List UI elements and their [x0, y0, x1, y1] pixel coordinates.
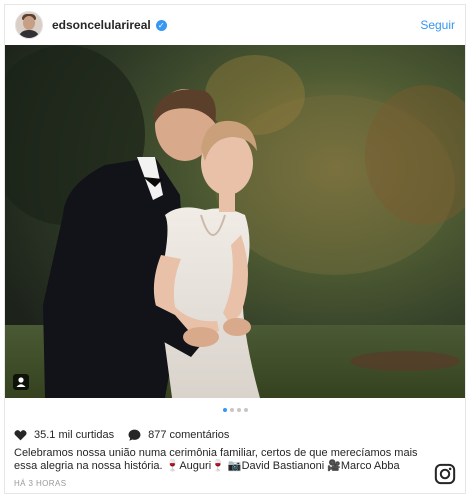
heart-icon[interactable] — [14, 429, 27, 441]
verified-check-icon: ✓ — [155, 19, 167, 31]
post-caption: Celebramos nossa união numa cerimônia fa… — [14, 447, 418, 472]
carousel-dot — [229, 408, 234, 412]
post-timestamp[interactable]: HÁ 3 HORAS — [14, 479, 66, 488]
post-stats: 35.1 mil curtidas 877 comentários — [14, 429, 229, 441]
wedding-photo-illustration — [5, 45, 465, 398]
carousel-indicator — [5, 408, 465, 412]
carousel-dot — [243, 408, 248, 412]
instagram-logo-icon[interactable] — [434, 463, 456, 485]
likes-count[interactable]: 35.1 mil curtidas — [34, 429, 114, 441]
post-photo[interactable] — [5, 45, 465, 398]
tag-person-icon[interactable] — [13, 374, 29, 390]
comments-count[interactable]: 877 comentários — [148, 429, 229, 441]
comment-icon[interactable] — [128, 429, 141, 441]
instagram-post-card: edsoncelularireal ✓ Seguir 35.1 mil curt… — [4, 4, 466, 494]
follow-button[interactable]: Seguir — [420, 18, 455, 32]
avatar[interactable] — [15, 11, 43, 39]
username[interactable]: edsoncelularireal — [52, 18, 151, 32]
post-header: edsoncelularireal ✓ Seguir — [5, 5, 465, 45]
carousel-dot — [236, 408, 241, 412]
carousel-dot-active — [222, 408, 227, 412]
